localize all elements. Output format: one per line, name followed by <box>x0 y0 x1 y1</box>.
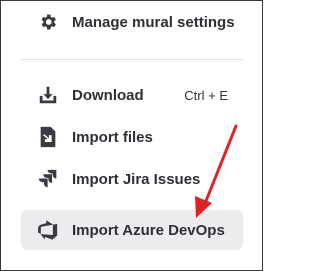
menu-item-label: Download <box>72 86 144 104</box>
context-menu-frame: Manage mural settings Download Ctrl + E <box>0 0 263 271</box>
mural-context-menu: Manage mural settings Download Ctrl + E <box>1 1 262 270</box>
menu-divider <box>21 59 243 60</box>
menu-item-import-files[interactable]: Import files <box>21 117 243 157</box>
keyboard-shortcut: Ctrl + E <box>184 87 228 103</box>
jira-icon <box>37 168 59 190</box>
menu-item-label: Import Jira Issues <box>72 170 201 188</box>
menu-item-download[interactable]: Download Ctrl + E <box>21 75 243 115</box>
menu-item-import-jira-issues[interactable]: Import Jira Issues <box>21 159 243 199</box>
menu-item-label: Import files <box>72 128 153 146</box>
gear-icon <box>37 11 59 33</box>
azure-devops-icon <box>37 219 59 241</box>
import-file-icon <box>37 126 59 148</box>
menu-item-label: Manage mural settings <box>72 13 235 31</box>
download-icon <box>37 84 59 106</box>
menu-item-import-azure-devops[interactable]: Import Azure DevOps <box>21 210 243 250</box>
menu-item-manage-mural-settings[interactable]: Manage mural settings <box>21 2 243 42</box>
menu-item-label: Import Azure DevOps <box>72 221 225 239</box>
